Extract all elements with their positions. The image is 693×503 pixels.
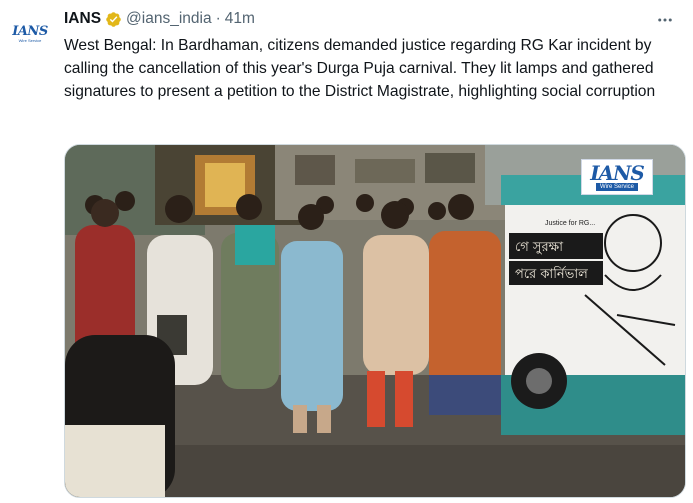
author-name[interactable]: IANS [64, 10, 101, 28]
avatar-logo-text: IANS [12, 23, 48, 39]
banner-small-text: Justice for RG... [545, 220, 595, 227]
tweet-header: IANS @ians_india · 41m [64, 8, 255, 30]
tweet-media-image[interactable]: Justice for RG... গে সুরক্ষা পরে কার্নিভ… [64, 144, 686, 498]
separator-dot: · [215, 10, 221, 27]
banner-line1: গে সুরক্ষা [515, 240, 563, 255]
banner-line2: পরে কার্নিভাল [515, 266, 588, 282]
more-horizontal-icon[interactable] [655, 10, 675, 30]
author-handle[interactable]: @ians_india [126, 10, 212, 28]
watermark-subtext: Wire Service [595, 183, 638, 191]
avatar[interactable]: IANS Wire Service [10, 14, 50, 54]
protest-photo: Justice for RG... গে সুরক্ষা পরে কার্নিভ… [65, 145, 685, 497]
watermark-logo: IANS Wire Service [581, 159, 653, 195]
tweet-text: West Bengal: In Bardhaman, citizens dema… [64, 37, 656, 100]
watermark-logo-text: IANS [590, 161, 645, 185]
timestamp[interactable]: 41m [225, 10, 255, 28]
avatar-logo-subtext: Wire Service [18, 37, 42, 43]
verified-badge-icon [105, 11, 122, 28]
